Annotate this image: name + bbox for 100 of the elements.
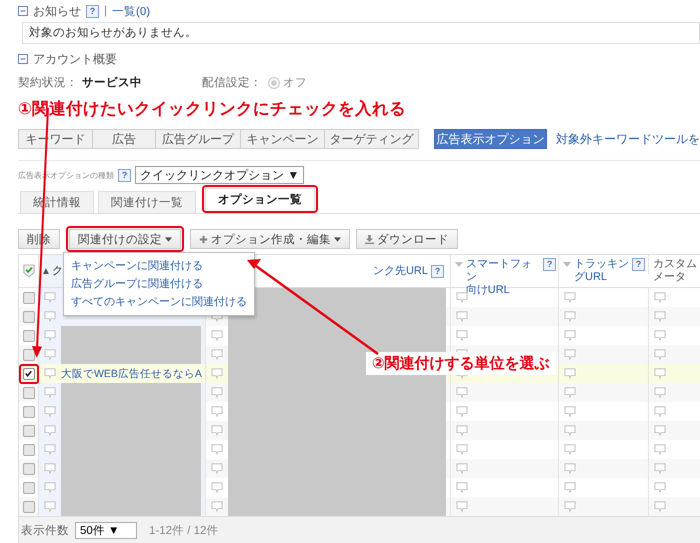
nav-tab[interactable]: 広告表示オプション [434, 129, 547, 149]
comment-icon[interactable] [564, 387, 576, 398]
column-header[interactable]: スマートフォン 向けURL [466, 258, 540, 297]
menu-item[interactable]: 広告グループに関連付ける [64, 275, 254, 293]
comment-icon[interactable] [564, 311, 576, 322]
menu-item[interactable]: すべてのキャンペーンに関連付ける [64, 293, 254, 311]
nav-tab[interactable]: 広告グループ [155, 129, 241, 149]
menu-item[interactable]: キャンペーンに関連付ける [64, 257, 254, 275]
comment-icon[interactable] [456, 482, 468, 493]
comment-icon[interactable] [564, 330, 576, 341]
row-checkbox[interactable] [22, 424, 34, 436]
nav-tab[interactable]: キャンペーン [240, 129, 326, 149]
comment-icon[interactable] [211, 425, 223, 436]
help-icon[interactable]: ? [431, 264, 444, 278]
row-checkbox[interactable] [22, 292, 34, 304]
sub-tab[interactable]: 関連付け一覧 [98, 191, 196, 213]
comment-icon[interactable] [211, 330, 223, 341]
comment-icon[interactable] [654, 387, 666, 398]
comment-icon[interactable] [654, 444, 666, 455]
row-checkbox[interactable] [22, 348, 34, 360]
comment-icon[interactable] [44, 463, 56, 474]
comment-icon[interactable] [564, 368, 576, 379]
column-header[interactable]: トラッキン グURL [574, 258, 629, 284]
comment-icon[interactable] [654, 406, 666, 417]
comment-icon[interactable] [456, 425, 468, 436]
comment-icon[interactable] [564, 444, 576, 455]
comment-icon[interactable] [44, 368, 56, 379]
nav-tab[interactable]: 広告 [92, 129, 156, 149]
comment-icon[interactable] [44, 482, 56, 493]
comment-icon[interactable] [44, 330, 56, 341]
comment-icon[interactable] [564, 482, 576, 493]
column-header[interactable]: カスタム メータ [653, 258, 697, 284]
nav-tab[interactable]: ターゲティング [324, 129, 419, 149]
associate-menu-button[interactable]: 関連付けの設定 [69, 229, 181, 249]
sort-icon[interactable] [563, 262, 571, 267]
notice-list-link[interactable]: 一覧(0) [112, 4, 150, 18]
option-type-select[interactable]: クイックリンクオプション ▼ [135, 166, 304, 184]
comment-icon[interactable] [456, 501, 468, 512]
help-icon[interactable]: ? [118, 168, 131, 182]
comment-icon[interactable] [654, 425, 666, 436]
comment-icon[interactable] [211, 463, 223, 474]
row-checkbox[interactable] [22, 462, 34, 474]
comment-icon[interactable] [564, 425, 576, 436]
comment-icon[interactable] [456, 292, 468, 303]
comment-icon[interactable] [456, 406, 468, 417]
comment-icon[interactable] [211, 406, 223, 417]
comment-icon[interactable] [456, 311, 468, 322]
column-header[interactable]: ンク先URL [372, 264, 428, 278]
comment-icon[interactable] [44, 406, 56, 417]
help-icon[interactable]: ? [543, 258, 556, 271]
comment-icon[interactable] [211, 482, 223, 493]
comment-icon[interactable] [654, 292, 666, 303]
row-checkbox[interactable] [22, 330, 34, 342]
create-edit-button[interactable]: オプション作成・編集 [190, 229, 350, 249]
comment-icon[interactable] [654, 368, 666, 379]
sort-icon[interactable] [455, 262, 463, 267]
download-button[interactable]: ダウンロード [356, 229, 458, 249]
comment-icon[interactable] [654, 349, 666, 360]
comment-icon[interactable] [564, 406, 576, 417]
comment-icon[interactable] [456, 444, 468, 455]
row-checkbox[interactable] [22, 482, 34, 494]
comment-icon[interactable] [456, 387, 468, 398]
comment-icon[interactable] [44, 292, 56, 303]
comment-icon[interactable] [44, 425, 56, 436]
comment-icon[interactable] [654, 463, 666, 474]
row-checkbox[interactable] [22, 406, 34, 418]
comment-icon[interactable] [456, 330, 468, 341]
comment-icon[interactable] [44, 501, 56, 512]
column-header[interactable]: ク [52, 264, 63, 278]
comment-icon[interactable] [654, 482, 666, 493]
comment-icon[interactable] [44, 387, 56, 398]
comment-icon[interactable] [654, 501, 666, 512]
comment-icon[interactable] [211, 368, 223, 379]
per-page-select[interactable]: 50件 ▼ [75, 522, 137, 539]
row-checkbox[interactable] [22, 444, 34, 456]
comment-icon[interactable] [456, 463, 468, 474]
comment-icon[interactable] [564, 463, 576, 474]
comment-icon[interactable] [564, 349, 576, 360]
comment-icon[interactable] [44, 444, 56, 455]
row-checkbox[interactable] [22, 368, 34, 380]
collapse-icon[interactable] [18, 54, 28, 64]
sort-indicator[interactable]: ▲ [41, 264, 51, 278]
comment-icon[interactable] [211, 387, 223, 398]
comment-icon[interactable] [211, 349, 223, 360]
comment-icon[interactable] [564, 501, 576, 512]
keyword-tool-link[interactable]: 対象外キーワードツールを [556, 130, 700, 148]
comment-icon[interactable] [654, 330, 666, 341]
collapse-icon[interactable] [18, 6, 28, 16]
help-icon[interactable]: ? [86, 4, 99, 18]
comment-icon[interactable] [564, 292, 576, 303]
comment-icon[interactable] [211, 444, 223, 455]
row-checkbox[interactable] [22, 500, 34, 512]
comment-icon[interactable] [654, 311, 666, 322]
row-checkbox[interactable] [22, 386, 34, 398]
sub-tab[interactable]: オプション一覧 [205, 188, 315, 210]
comment-icon[interactable] [44, 349, 56, 360]
quicklink-name[interactable]: 大阪でWEB広告任せるならA [61, 366, 202, 380]
select-all-checkbox[interactable] [22, 264, 34, 278]
comment-icon[interactable] [44, 311, 56, 322]
comment-icon[interactable] [211, 501, 223, 512]
